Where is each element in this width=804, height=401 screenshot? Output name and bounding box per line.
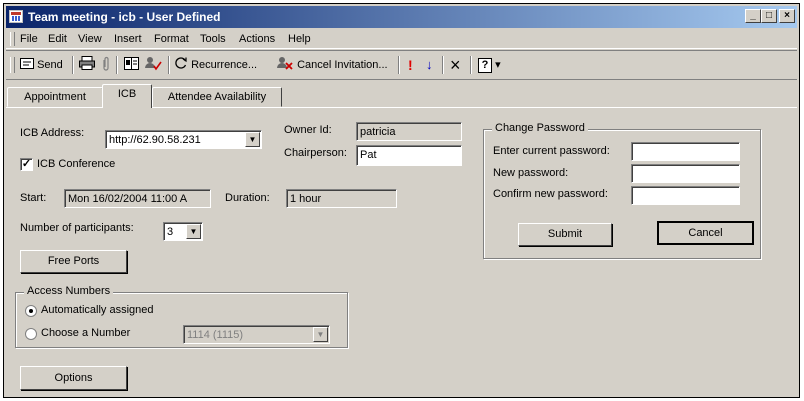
new-password-label: New password:	[493, 167, 569, 179]
print-button[interactable]	[79, 56, 95, 74]
participants-label: Number of participants:	[20, 222, 134, 234]
number-dropdown[interactable]: 1114 (1115) ▼	[183, 325, 330, 344]
toolbar-separator	[442, 56, 444, 74]
toolbar-grip[interactable]	[10, 57, 15, 73]
menu-insert[interactable]: Insert	[114, 33, 142, 45]
icb-panel: ICB Address: http://62.90.58.231 ▼ ✓ ICB…	[6, 107, 797, 396]
icb-conference-checkbox[interactable]: ✓	[20, 158, 33, 171]
options-button[interactable]: Options	[20, 366, 127, 390]
confirm-password-label: Confirm new password:	[493, 188, 608, 200]
attach-button[interactable]	[102, 56, 110, 74]
menu-tools[interactable]: Tools	[200, 33, 226, 45]
toolbar-separator	[72, 56, 74, 74]
help-dropdown-icon[interactable]: ▾	[495, 59, 501, 71]
maximize-button[interactable]: □	[761, 9, 777, 23]
toolbar-separator	[470, 56, 472, 74]
menu-format[interactable]: Format	[154, 33, 189, 45]
send-button[interactable]: Send	[20, 56, 63, 74]
icb-address-dropdown[interactable]: http://62.90.58.231 ▼	[105, 130, 262, 149]
current-password-label: Enter current password:	[493, 145, 610, 157]
participants-dropdown[interactable]: 3 ▼	[163, 222, 203, 241]
menu-view[interactable]: View	[78, 33, 102, 45]
auto-assigned-radio[interactable]	[25, 305, 37, 317]
cancel-invitation-button[interactable]: Cancel Invitation...	[276, 56, 388, 74]
address-book-button[interactable]	[124, 56, 139, 74]
cancel-invitation-label: Cancel Invitation...	[297, 59, 388, 71]
tab-icb[interactable]: ICB	[102, 84, 152, 108]
toolbar: Send Recurrence... Cancel Invitation... …	[6, 50, 797, 80]
number-value: 1114 (1115)	[187, 329, 244, 341]
printer-icon	[79, 56, 95, 70]
submit-button[interactable]: Submit	[518, 223, 612, 246]
tab-appointment[interactable]: Appointment	[7, 87, 103, 107]
icb-address-label: ICB Address:	[20, 127, 85, 139]
send-icon	[20, 58, 34, 69]
chevron-down-icon[interactable]: ▼	[186, 224, 201, 239]
menu-help[interactable]: Help	[288, 33, 311, 45]
chairperson-input[interactable]: Pat	[356, 145, 462, 166]
confirm-password-input[interactable]	[631, 186, 740, 205]
access-numbers-group: Access Numbers Automatically assigned Ch…	[15, 285, 348, 348]
menu-grip[interactable]	[10, 32, 15, 46]
menu-file[interactable]: File	[20, 33, 38, 45]
send-label: Send	[37, 59, 63, 71]
cancel-button[interactable]: Cancel	[657, 221, 754, 245]
start-label: Start:	[20, 192, 47, 204]
help-icon: ?	[478, 58, 492, 73]
toolbar-separator	[398, 56, 400, 74]
start-field: Mon 16/02/2004 11:00 A	[64, 189, 211, 208]
address-book-icon	[124, 57, 139, 70]
change-password-legend: Change Password	[492, 122, 588, 134]
access-numbers-legend: Access Numbers	[24, 285, 114, 297]
paperclip-icon	[103, 56, 109, 71]
title-bar: Team meeting - icb - User Defined _ □ ×	[6, 6, 797, 28]
menu-edit[interactable]: Edit	[48, 33, 67, 45]
auto-assigned-label: Automatically assigned	[41, 304, 154, 316]
menu-actions[interactable]: Actions	[239, 33, 275, 45]
participants-value: 3	[167, 226, 174, 238]
delete-icon[interactable]: ×	[450, 56, 461, 74]
recurrence-label: Recurrence...	[191, 59, 258, 71]
close-button[interactable]: ×	[779, 9, 795, 23]
toolbar-separator	[116, 56, 118, 74]
change-password-group: Change Password Enter current password: …	[483, 122, 761, 259]
chevron-down-icon[interactable]: ▼	[245, 132, 260, 147]
duration-field: 1 hour	[286, 189, 397, 208]
high-importance-icon[interactable]: !	[408, 56, 413, 74]
check-names-icon	[145, 57, 162, 71]
tab-strip: Appointment ICB Attendee Availability	[4, 83, 801, 108]
choose-number-label: Choose a Number	[41, 327, 131, 339]
chevron-down-icon[interactable]: ▼	[313, 327, 328, 342]
owner-id-field: patricia	[356, 122, 462, 141]
recurrence-button[interactable]: Recurrence...	[174, 56, 257, 74]
chairperson-label: Chairperson:	[284, 147, 347, 159]
owner-id-label: Owner Id:	[284, 124, 332, 136]
new-password-input[interactable]	[631, 164, 740, 183]
help-button[interactable]: ? ▾	[478, 56, 501, 74]
toolbar-separator	[168, 56, 170, 74]
tab-attendee-availability[interactable]: Attendee Availability	[152, 87, 282, 107]
menu-bar: File Edit View Insert Format Tools Actio…	[6, 30, 797, 49]
current-password-input[interactable]	[631, 142, 740, 161]
window-title: Team meeting - icb - User Defined	[28, 10, 221, 24]
calendar-icon	[9, 10, 23, 23]
appointment-window: Team meeting - icb - User Defined _ □ × …	[3, 3, 800, 398]
check-names-button[interactable]	[144, 56, 162, 74]
choose-number-radio[interactable]	[25, 328, 37, 340]
recurrence-icon	[175, 57, 187, 69]
cancel-invitation-icon	[277, 57, 293, 70]
duration-label: Duration:	[225, 192, 270, 204]
icb-address-value: http://62.90.58.231	[109, 134, 201, 146]
free-ports-button[interactable]: Free Ports	[20, 250, 127, 273]
icb-conference-label: ICB Conference	[37, 158, 116, 170]
minimize-button[interactable]: _	[745, 9, 761, 23]
low-importance-icon[interactable]: ↓	[426, 56, 433, 74]
